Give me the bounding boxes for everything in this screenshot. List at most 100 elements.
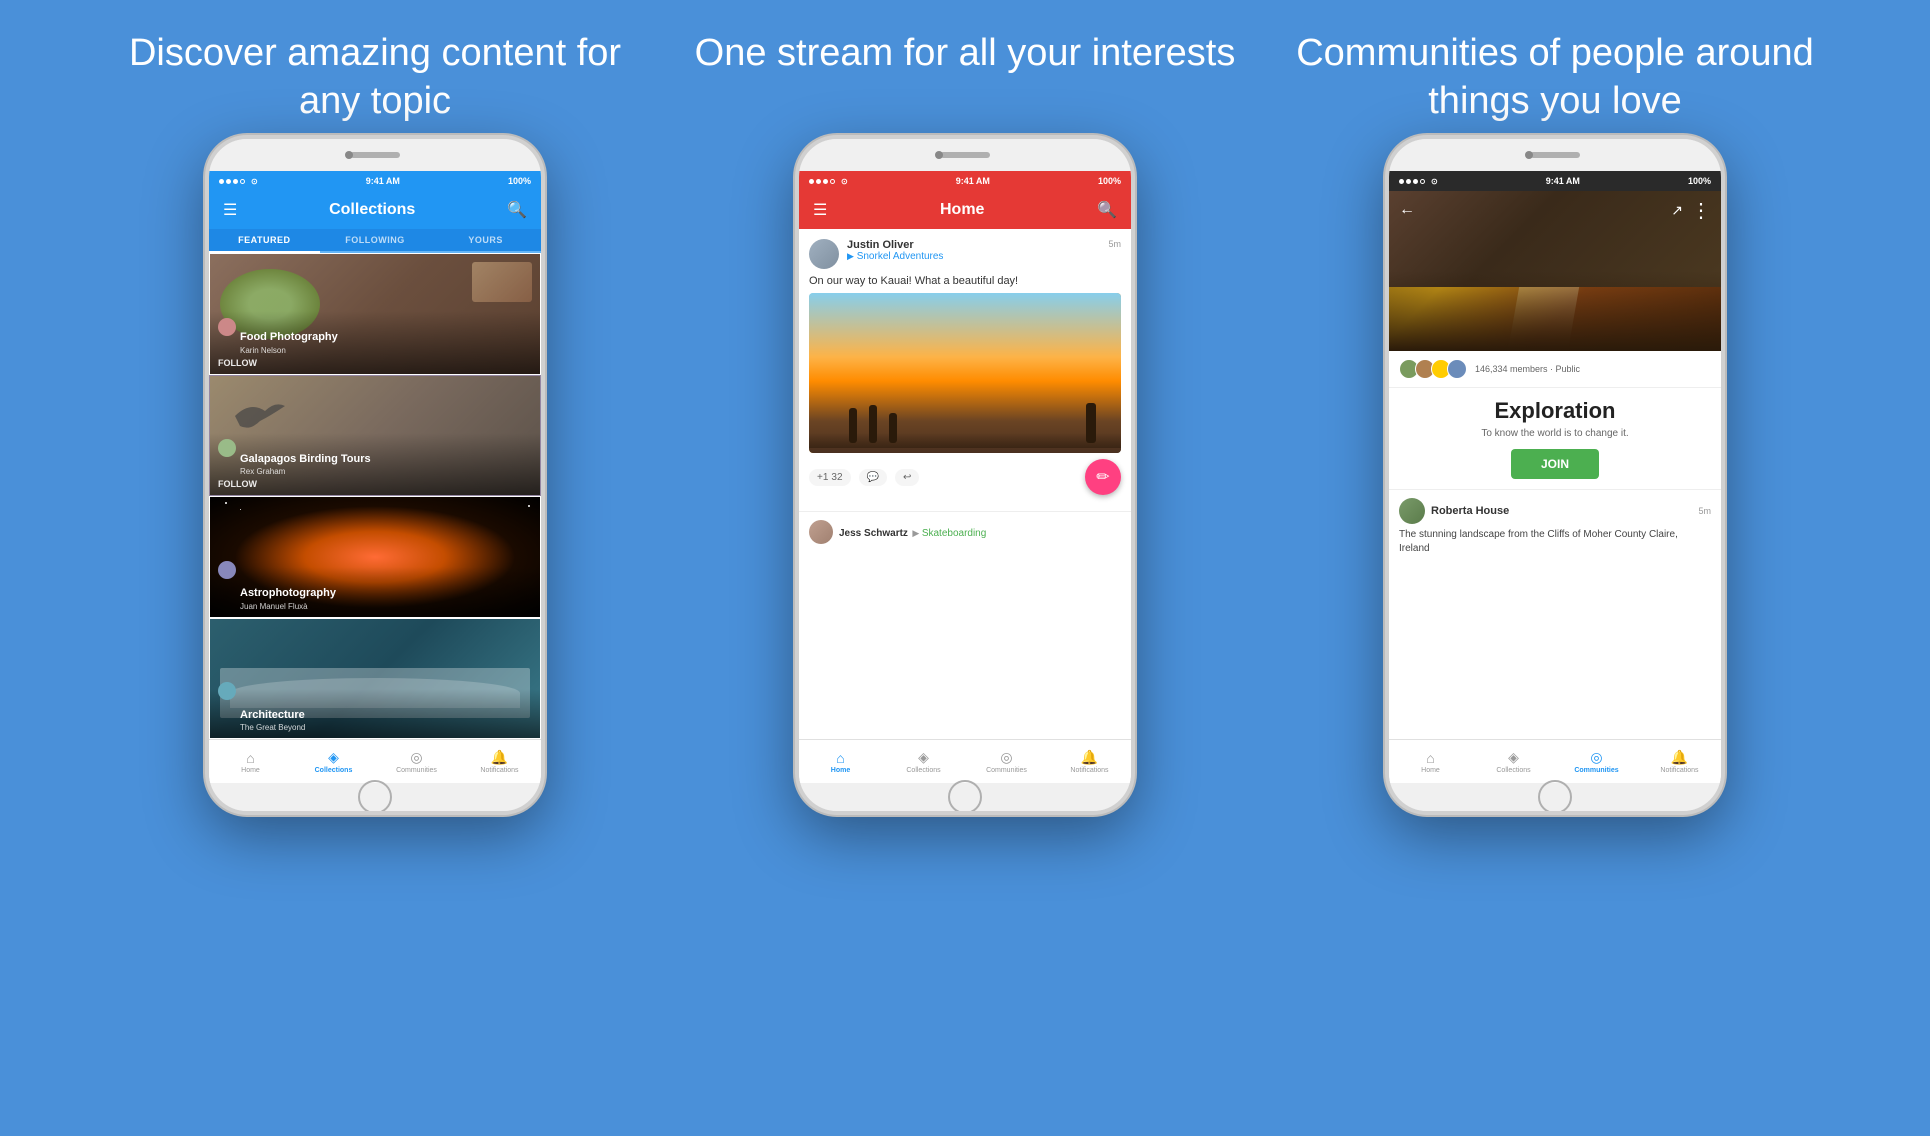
home-button-1[interactable] <box>358 780 392 814</box>
nav-notifications-2[interactable]: 🔔 Notifications <box>1048 740 1131 783</box>
fab-compose[interactable]: ✏ <box>1085 459 1121 495</box>
bottom-nav-2: ⌂ Home ◈ Collections ◎ Communities 🔔 <box>799 739 1131 783</box>
nav-home-2[interactable]: ⌂ Home <box>799 740 882 783</box>
status-time-1: 9:41 AM <box>366 176 400 186</box>
home-icon-2: ⌂ <box>836 750 844 766</box>
share-icon-3[interactable]: ↗ <box>1671 202 1683 219</box>
bottom-nav-3: ⌂ Home ◈ Collections ◎ Communities 🔔 <box>1389 739 1721 783</box>
nav-collections-3[interactable]: ◈ Collections <box>1472 740 1555 783</box>
back-icon[interactable]: ← <box>1399 201 1415 219</box>
share-button[interactable]: ↩ <box>895 469 919 486</box>
plus-button[interactable]: +1 32 <box>809 469 851 486</box>
battery-3: 100% <box>1688 176 1711 186</box>
headline-right: Communities of people around things you … <box>1280 30 1830 125</box>
community-main: Exploration To know the world is to chan… <box>1389 388 1721 490</box>
collection-arch[interactable]: Architecture The Great Beyond <box>209 618 541 740</box>
status-bar-3: ⊙ 9:41 AM 100% <box>1389 171 1721 191</box>
collections-icon-1: ◈ <box>328 749 339 766</box>
home-icon-1: ⌂ <box>246 750 254 766</box>
search-icon-1[interactable]: 🔍 <box>503 196 531 224</box>
signal-dot <box>219 179 224 184</box>
edit-icon: ✏ <box>1096 467 1109 487</box>
comment-icon: 💬 <box>867 472 879 483</box>
battery-icon-1: 100% <box>508 176 531 186</box>
nav-collections-2[interactable]: ◈ Collections <box>882 740 965 783</box>
menu-icon-1[interactable]: ☰ <box>219 196 241 224</box>
home-button-3[interactable] <box>1538 780 1572 814</box>
community-app-bar: ← ↗ ⋮ <box>1389 191 1721 229</box>
nav-notifications-label-1: Notifications <box>480 767 518 774</box>
collection-author-food: Karin Nelson <box>240 346 532 355</box>
nav-home-label-1: Home <box>241 767 260 774</box>
menu-icon-2[interactable]: ☰ <box>809 196 831 224</box>
post-username: Roberta House <box>1431 505 1509 517</box>
feed-text-1: On our way to Kauai! What a beautiful da… <box>809 275 1121 287</box>
join-button[interactable]: JOIN <box>1511 449 1599 479</box>
feed-actions-1: +1 32 💬 ↩ ✏ <box>809 453 1121 501</box>
signal-dot <box>240 179 245 184</box>
comment-count: 32 <box>831 472 842 483</box>
nav-communities-2[interactable]: ◎ Communities <box>965 740 1048 783</box>
more-icon[interactable]: ⋮ <box>1691 198 1711 223</box>
battery-2: 100% <box>1098 176 1121 186</box>
collection-food[interactable]: Food Photography Karin Nelson FOLLOW <box>209 253 541 375</box>
nav-home-3[interactable]: ⌂ Home <box>1389 740 1472 783</box>
signal-dot <box>226 179 231 184</box>
nav-communities-label-3: Communities <box>1574 767 1618 774</box>
nav-home-label-2: Home <box>831 767 850 774</box>
tab-featured[interactable]: FEATURED <box>209 229 320 253</box>
tabs-bar-1: FEATURED FOLLOWING YOURS <box>209 229 541 253</box>
nav-collections-1[interactable]: ◈ Collections <box>292 740 375 783</box>
signal-dot <box>233 179 238 184</box>
post-time: 5m <box>1698 506 1711 516</box>
tab-yours[interactable]: YOURS <box>430 229 541 251</box>
nav-communities-3[interactable]: ◎ Communities <box>1555 740 1638 783</box>
home-button-2[interactable] <box>948 780 982 814</box>
collection-author-birds: Rex Graham <box>240 467 532 476</box>
home-indicator-1 <box>209 783 541 811</box>
phone-2: ⊙ 9:41 AM 100% ☰ Home 🔍 <box>795 135 1135 815</box>
tab-following[interactable]: FOLLOWING <box>320 229 431 251</box>
search-icon-2[interactable]: 🔍 <box>1093 196 1121 224</box>
collection-follow-birds[interactable]: FOLLOW <box>218 479 532 489</box>
collection-title-arch: Architecture <box>240 709 532 722</box>
speaker-2 <box>940 152 990 158</box>
communities-icon-3: ◎ <box>1590 749 1602 766</box>
home-icon-3: ⌂ <box>1426 750 1434 766</box>
post-avatar <box>1399 498 1425 524</box>
collection-title-birds: Galapagos Birding Tours <box>240 453 532 466</box>
nav-notifications-3[interactable]: 🔔 Notifications <box>1638 740 1721 783</box>
nav-home-1[interactable]: ⌂ Home <box>209 740 292 783</box>
communities-icon-2: ◎ <box>1000 749 1012 766</box>
collection-birds[interactable]: Galapagos Birding Tours Rex Graham FOLLO… <box>209 375 541 497</box>
camera-3 <box>1525 151 1533 159</box>
collection-title-food: Food Photography <box>240 331 532 344</box>
collection-astro[interactable]: Astrophotography Juan Manuel Fluxà <box>209 496 541 618</box>
collections-icon-3: ◈ <box>1508 749 1519 766</box>
collection-follow-food[interactable]: FOLLOW <box>218 358 532 368</box>
feed-community-2[interactable]: Skateboarding <box>922 528 987 539</box>
collections-grid: Food Photography Karin Nelson FOLLOW <box>209 253 541 739</box>
comment-button[interactable]: 💬 <box>859 469 887 486</box>
community-info: 146,334 members · Public <box>1389 351 1721 388</box>
communities-icon-1: ◎ <box>410 749 422 766</box>
status-time-2: 9:41 AM <box>956 176 990 186</box>
feed-community-1[interactable]: ▶ Snorkel Adventures <box>847 251 1108 262</box>
member-avatars <box>1399 359 1467 379</box>
feed-username-1: Justin Oliver <box>847 239 1108 251</box>
member-count: 146,334 members · Public <box>1475 364 1580 374</box>
user-avatar-justin <box>809 239 839 269</box>
collections-icon-2: ◈ <box>918 749 929 766</box>
camera-1 <box>345 151 353 159</box>
app-bar-1: ☰ Collections 🔍 <box>209 191 541 229</box>
phone-3: ⊙ 9:41 AM 100% <box>1385 135 1725 815</box>
nav-communities-label-1: Communities <box>396 767 437 774</box>
status-bar-1: ⊙ 9:41 AM 100% <box>209 171 541 191</box>
headline-center: One stream for all your interests <box>690 30 1240 125</box>
nav-communities-1[interactable]: ◎ Communities <box>375 740 458 783</box>
feed-user-info: Justin Oliver ▶ Snorkel Adventures <box>847 239 1108 262</box>
app-bar-title-2: Home <box>831 201 1093 219</box>
home-indicator-3 <box>1389 783 1721 811</box>
community-post: Roberta House 5m The stunning landscape … <box>1389 490 1721 564</box>
nav-notifications-1[interactable]: 🔔 Notifications <box>458 740 541 783</box>
